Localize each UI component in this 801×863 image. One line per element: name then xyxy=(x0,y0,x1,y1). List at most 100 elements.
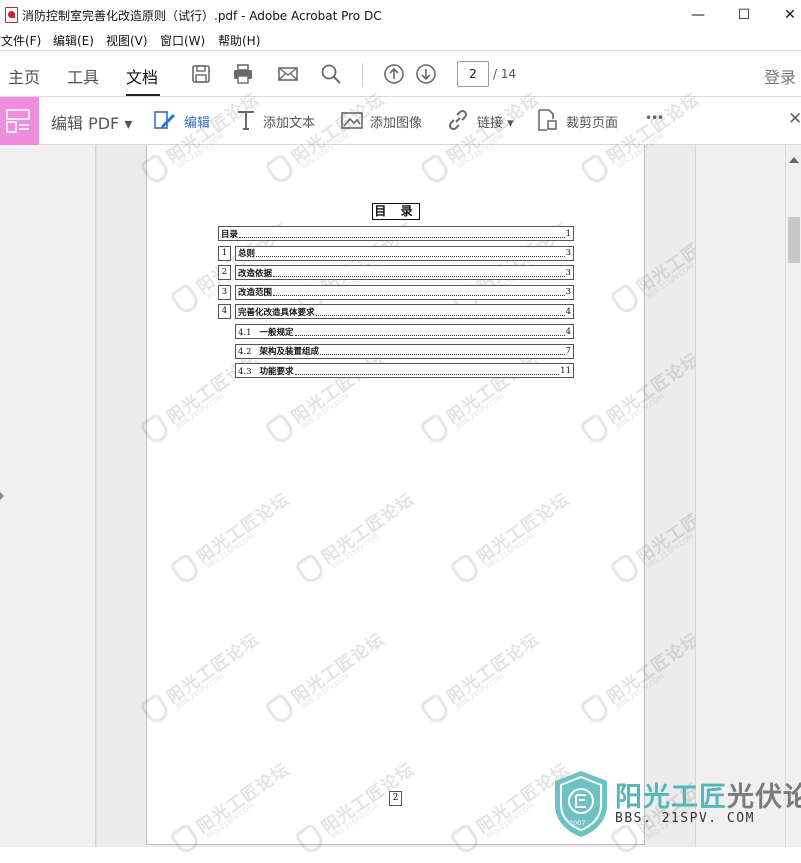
toc-leader-dots xyxy=(320,347,565,356)
watermark-text: 阳光工匠论坛 xyxy=(603,349,704,428)
toc-title: 目 录 xyxy=(372,203,420,220)
toc-entry-page: 4 xyxy=(565,306,571,317)
brand-url: BBS. 21SPV. COM xyxy=(615,811,755,826)
document-view: 阳光工匠论坛 BBS.21SPV.COM 阳光工匠论坛 BBS.21SPV.COM 阳光… xyxy=(97,90,734,857)
page-total: / 14 xyxy=(493,67,517,81)
toc-entry-text: 目录 xyxy=(221,229,239,240)
email-icon[interactable] xyxy=(277,63,299,85)
watermark-url: BBS.21SPV.COM xyxy=(454,671,506,711)
toc-entry[interactable]: 目录 1 xyxy=(218,226,574,241)
watermark-text: 阳光工匠论坛 xyxy=(473,489,574,568)
toc-entry-page: 7 xyxy=(565,346,571,357)
close-window-button[interactable]: ✕ xyxy=(767,0,801,30)
toc-entry-label: 改造依据 xyxy=(238,267,272,279)
watermark-seal-icon xyxy=(138,692,172,727)
toc-entry[interactable]: 完善化改造具体要求 4 xyxy=(235,304,574,320)
watermark-seal-icon xyxy=(168,822,202,857)
toc-entry-number: 4.1 xyxy=(238,327,252,338)
save-icon[interactable] xyxy=(190,63,212,85)
menu-help[interactable]: 帮助(H) xyxy=(218,32,260,49)
link-dropdown[interactable]: 链接 ▾ xyxy=(477,112,514,131)
watermark-seal-icon xyxy=(263,412,297,447)
crop-page-button[interactable]: 裁剪页面 xyxy=(566,112,618,131)
watermark-seal-icon xyxy=(263,152,297,187)
print-icon[interactable] xyxy=(232,63,254,85)
edit-pdf-dropdown[interactable]: 编辑 PDF ▾ xyxy=(51,110,132,134)
tab-document[interactable]: 文档 xyxy=(126,64,158,88)
main-toolbar: 主页 工具 文档 2 / 14 登录 xyxy=(0,50,801,97)
search-icon[interactable] xyxy=(320,63,342,85)
watermark-text: 阳光工匠论坛 xyxy=(193,489,294,568)
watermark-seal-icon xyxy=(608,552,642,587)
menu-file[interactable]: 文件(F) xyxy=(1,32,41,49)
watermark-seal-icon xyxy=(578,692,612,727)
add-text-button[interactable]: 添加文本 xyxy=(263,112,315,131)
edit-button[interactable]: 编辑 xyxy=(184,112,210,131)
menu-window[interactable]: 窗口(W) xyxy=(160,32,205,49)
toc-leader-dots xyxy=(256,249,565,258)
menu-edit[interactable]: 编辑(E) xyxy=(53,32,94,49)
watermark-text: 阳光工匠论坛 xyxy=(318,489,419,568)
toc-entry[interactable]: 4.1 一般规定 4 xyxy=(235,324,574,339)
toc-entry[interactable]: 4.2 架构及装置组成 7 xyxy=(235,343,574,359)
right-panel xyxy=(695,145,785,847)
toc-entry-page: 4 xyxy=(565,326,571,337)
scroll-up-arrow-icon[interactable] xyxy=(789,157,799,163)
watermark-seal-icon xyxy=(578,152,612,187)
watermark-url: BBS.21SPV.COM xyxy=(329,801,381,841)
toc-entry-label: 4.2 架构及装置组成 xyxy=(238,345,319,357)
link-icon[interactable] xyxy=(446,108,470,132)
toc-entry-label: 改造范围 xyxy=(238,286,272,298)
watermark-text: 阳光工匠论坛 xyxy=(318,759,419,838)
next-page-icon[interactable] xyxy=(415,63,437,85)
page-watermark: 阳光工匠论坛BBS.21SPV.COM xyxy=(445,760,574,863)
expand-left-panel-icon[interactable] xyxy=(0,492,4,500)
page-number-input[interactable]: 2 xyxy=(457,61,489,87)
add-image-button[interactable]: 添加图像 xyxy=(370,112,422,131)
watermark-url: BBS.21SPV.COM xyxy=(299,391,351,431)
watermark-seal-icon xyxy=(448,822,482,857)
watermark-url: BBS.21SPV.COM xyxy=(204,531,256,571)
toc-entry[interactable]: 总则 3 xyxy=(235,245,574,261)
window-title: 消防控制室完善化改造原则（试行）.pdf - Adobe Acrobat Pro… xyxy=(22,9,382,23)
watermark-text: 阳光工匠论坛 xyxy=(443,629,544,708)
vertical-scrollbar[interactable] xyxy=(785,145,801,847)
toc-entry[interactable]: 4.3 功能要求 11 xyxy=(235,363,574,379)
watermark-url: BBS.21SPV.COM xyxy=(484,801,536,841)
pdf-file-icon xyxy=(5,7,18,23)
close-edit-toolbar-button[interactable]: ✕ xyxy=(788,109,801,129)
maximize-button[interactable]: ☐ xyxy=(721,0,767,30)
toc-entry-text: 总则 xyxy=(238,249,256,260)
toc-entry-text: 改造范围 xyxy=(238,288,273,299)
tab-tools[interactable]: 工具 xyxy=(67,64,99,88)
watermark-text: 阳光工匠论坛 xyxy=(163,629,264,708)
page-watermark: 阳光工匠论坛BBS.21SPV.COM xyxy=(575,350,704,453)
watermark-seal-icon xyxy=(418,692,452,727)
toc-entry[interactable]: 改造范围 3 xyxy=(235,284,574,300)
scrollbar-thumb[interactable] xyxy=(788,217,800,263)
left-navigation-panel xyxy=(0,145,96,847)
minimize-button[interactable]: — xyxy=(675,0,721,30)
login-button[interactable]: 登录 xyxy=(764,64,796,88)
watermark-url: BBS.21SPV.COM xyxy=(614,671,666,711)
edit-pencil-icon[interactable] xyxy=(153,108,177,132)
add-image-icon[interactable] xyxy=(340,108,364,132)
more-tools-button[interactable]: ••• xyxy=(645,111,664,125)
toc-entry[interactable]: 改造依据 3 xyxy=(235,265,574,281)
crop-page-icon[interactable] xyxy=(535,108,559,132)
toc-entry-label: 总则 xyxy=(238,247,255,259)
brand-name-first: 阳光工匠 xyxy=(615,782,727,813)
page-watermark: 阳光工匠论坛BBS.21SPV.COM xyxy=(165,490,294,593)
tab-home[interactable]: 主页 xyxy=(8,64,40,88)
edit-toolbar: 编辑 PDF ▾ 编辑 添加文本 添加图像 链接 ▾ 裁剪页面 ••• ✕ xyxy=(0,97,801,145)
watermark-text: 阳光工匠论坛 xyxy=(193,759,294,838)
menu-view[interactable]: 视图(V) xyxy=(106,32,148,49)
add-text-icon[interactable] xyxy=(234,108,258,132)
toc-number-box: 3 xyxy=(218,284,231,300)
active-tab-indicator xyxy=(126,94,160,96)
watermark-url: BBS.21SPV.COM xyxy=(299,671,351,711)
watermark-seal-icon xyxy=(293,822,327,857)
previous-page-icon[interactable] xyxy=(383,63,405,85)
edit-pdf-tool-tile[interactable] xyxy=(0,97,39,145)
watermark-seal-icon xyxy=(263,692,297,727)
